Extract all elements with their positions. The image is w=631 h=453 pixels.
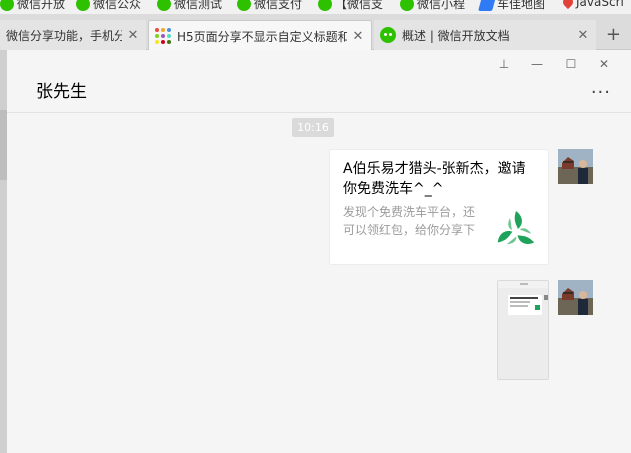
bookmark-item[interactable]: 【微信支	[318, 0, 383, 12]
map-icon	[478, 0, 496, 11]
card-title: A伯乐易才猎头-张新杰，邀请你免费洗车^_^	[343, 161, 526, 197]
minimize-button[interactable]: —	[530, 57, 544, 71]
wechat-icon	[380, 27, 396, 43]
wechat-icon	[400, 0, 414, 11]
tab-strip: 微信分享功能，手机分 ✕ H5页面分享不显示自定义标题和 ✕ 概述 | 微信开放…	[0, 14, 631, 51]
header-divider	[7, 112, 631, 113]
wechat-icon	[318, 0, 332, 11]
tab-wechat-share[interactable]: 微信分享功能，手机分 ✕	[0, 20, 146, 50]
colorful-dots-icon	[155, 28, 171, 44]
bookmark-item[interactable]: 微信小程	[400, 0, 465, 12]
wechat-icon	[157, 0, 171, 11]
wechat-icon	[237, 0, 251, 11]
card-description: 发现个免费洗车平台，还可以领红包，给你分享下	[343, 205, 476, 237]
bookmark-item[interactable]: 微信开放	[0, 0, 65, 12]
bookmark-item[interactable]: 微信支付	[237, 0, 302, 12]
wechat-icon	[0, 0, 14, 11]
close-button[interactable]: ✕	[597, 57, 611, 71]
close-icon[interactable]: ✕	[126, 28, 140, 43]
avatar[interactable]	[558, 149, 593, 184]
close-icon[interactable]: ✕	[351, 29, 365, 44]
maximize-button[interactable]: ☐	[564, 57, 578, 71]
image-message-thumbnail[interactable]	[497, 280, 549, 380]
new-tab-button[interactable]: +	[606, 24, 621, 45]
pin-icon[interactable]: ⊥	[497, 57, 511, 71]
pin-icon	[560, 0, 576, 10]
share-link-card[interactable]: A伯乐易才猎头-张新杰，邀请你免费洗车^_^ 发现个免费洗车平台，还可以领红包，…	[329, 149, 549, 265]
car-wash-logo-icon	[497, 211, 535, 245]
message-timestamp: 10:16	[292, 118, 334, 137]
tab-h5-share[interactable]: H5页面分享不显示自定义标题和 ✕	[148, 20, 372, 51]
chat-title: 张先生	[36, 82, 87, 102]
avatar-photo	[558, 280, 593, 315]
bookmark-item[interactable]: JavaScri	[560, 0, 624, 10]
thumbnail-preview	[498, 281, 548, 379]
bookmarks-bar: 微信开放 微信公众 微信测试 微信支付 【微信支 微信小程 车佳地图 JavaS…	[0, 0, 631, 14]
wechat-icon	[76, 0, 90, 11]
side-strip	[0, 50, 7, 453]
more-options-icon[interactable]: ···	[591, 82, 611, 103]
bookmark-item[interactable]: 微信公众	[76, 0, 141, 12]
bookmark-item[interactable]: 微信测试	[157, 0, 222, 12]
tab-wechat-docs[interactable]: 概述 | 微信开放文档 ✕	[374, 20, 596, 50]
bookmark-item[interactable]: 车佳地图	[478, 0, 545, 12]
avatar[interactable]	[558, 280, 593, 315]
avatar-photo	[558, 149, 593, 184]
chat-window: ⊥ — ☐ ✕ 张先生 ··· 10:16 A伯乐易才猎头-张新杰，邀请你免费洗…	[7, 50, 631, 453]
close-icon[interactable]: ✕	[576, 28, 590, 43]
